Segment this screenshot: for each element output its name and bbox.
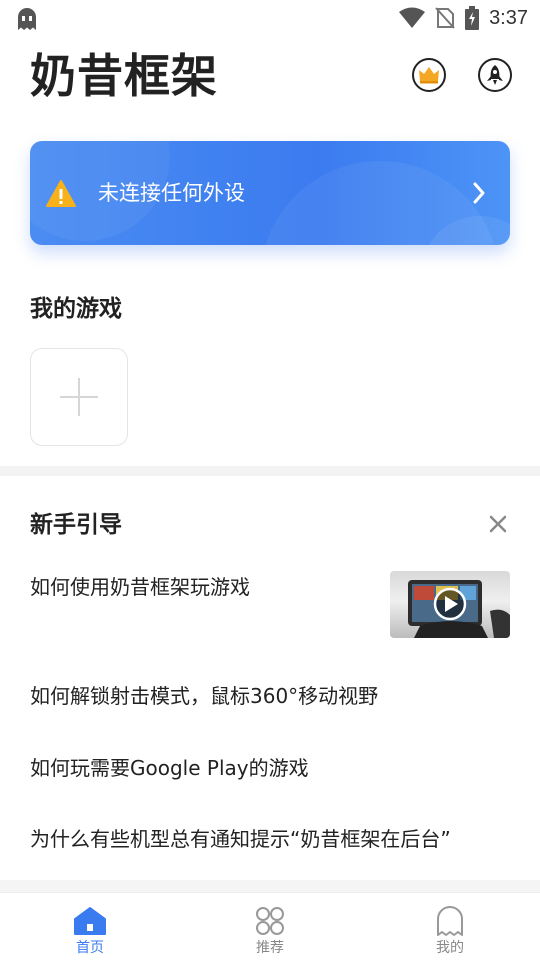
guide-title: 新手引导	[30, 512, 122, 538]
bottom-nav: 首页 推荐 我的	[0, 892, 540, 960]
add-game-button[interactable]	[30, 348, 128, 446]
profile-ghost-icon	[437, 906, 463, 936]
section-divider	[0, 466, 540, 476]
warning-icon	[46, 180, 76, 207]
banner-text: 未连接任何外设	[98, 181, 245, 205]
crown-icon	[419, 67, 439, 84]
nav-item-recommend[interactable]: 推荐	[180, 893, 360, 960]
status-bar: 3:37	[0, 0, 540, 36]
device-connection-banner[interactable]: 未连接任何外设	[30, 141, 510, 245]
my-games-title: 我的游戏	[30, 296, 122, 322]
section-divider	[0, 880, 540, 892]
guide-video-thumbnail[interactable]	[390, 571, 510, 638]
no-sim-icon	[435, 7, 455, 29]
nav-label: 我的	[436, 940, 464, 956]
boost-button[interactable]	[478, 58, 512, 92]
chevron-right-icon	[473, 182, 485, 204]
close-icon[interactable]	[488, 514, 508, 534]
status-time: 3:37	[489, 6, 528, 29]
guide-item[interactable]: 如何解锁射击模式，鼠标360°移动视野	[30, 682, 378, 710]
wifi-icon	[399, 7, 426, 28]
nav-item-home[interactable]: 首页	[0, 893, 180, 960]
nav-item-profile[interactable]: 我的	[360, 893, 540, 960]
rocket-icon	[487, 65, 503, 85]
video-thumbnail-image	[408, 580, 510, 638]
page-title: 奶昔框架	[30, 49, 218, 103]
recommend-icon	[256, 907, 284, 935]
nav-label: 首页	[76, 940, 104, 956]
plus-icon	[60, 378, 98, 416]
guide-item[interactable]: 如何使用奶昔框架玩游戏	[30, 573, 250, 601]
nav-label: 推荐	[256, 940, 284, 956]
home-icon	[74, 907, 106, 935]
ghost-app-icon	[18, 8, 36, 30]
guide-item[interactable]: 如何玩需要Google Play的游戏	[30, 754, 309, 782]
battery-charging-icon	[465, 6, 480, 30]
vip-button[interactable]	[412, 58, 446, 92]
guide-item[interactable]: 为什么有些机型总有通知提示“奶昔框架在后台”	[30, 825, 451, 853]
